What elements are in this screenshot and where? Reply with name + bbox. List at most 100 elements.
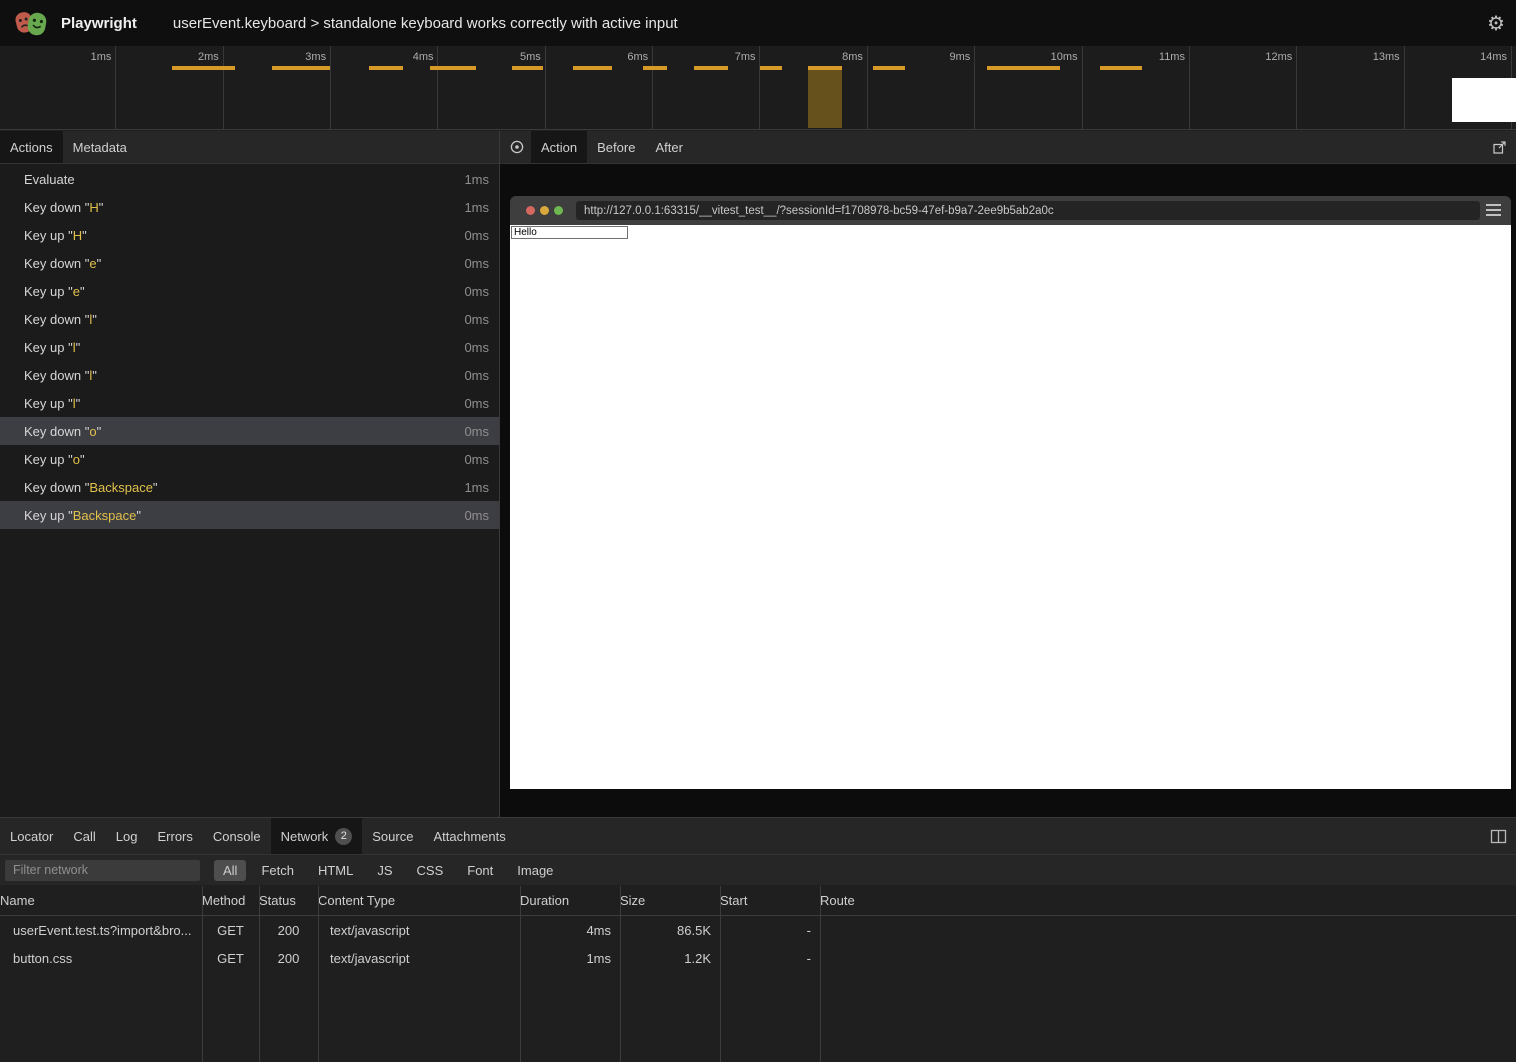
settings-gear-icon[interactable]: ⚙ [1487, 13, 1505, 33]
action-key-quoted: "Backspace" [64, 508, 140, 523]
timeline-action-mark [1100, 66, 1142, 70]
network-type-filter-chip[interactable]: Fetch [252, 860, 303, 881]
filmstrip-thumbnail[interactable] [1452, 78, 1516, 122]
tab-label: Metadata [73, 140, 127, 155]
table-column-divider [820, 886, 821, 1062]
action-key-quoted: "l" [81, 368, 97, 383]
action-row[interactable]: Key up "e" 0ms [0, 277, 499, 305]
window-minimize-dot [540, 206, 549, 215]
action-duration: 0ms [464, 312, 489, 327]
actions-panel-tab[interactable]: Metadata [63, 131, 137, 163]
network-table-header: Name Method Status Content Type Duration… [0, 886, 1516, 916]
timeline[interactable]: 1ms 2ms 3ms 4ms 5ms 6ms 7ms [0, 46, 1516, 130]
timeline-action-mark [272, 66, 330, 70]
action-row[interactable]: Key up "l" 0ms [0, 389, 499, 417]
action-label: Key down [24, 368, 81, 383]
timeline-action-marks [0, 46, 1516, 129]
bottom-tab[interactable]: Attachments [423, 818, 515, 854]
tab-count-badge: 2 [335, 828, 352, 845]
action-row[interactable]: Key up "H" 0ms [0, 221, 499, 249]
snapshot-page [510, 225, 1511, 789]
chip-label: CSS [417, 863, 444, 878]
actions-panel-tabs: Actions Metadata [0, 131, 499, 164]
network-type-filter-chip[interactable]: Image [508, 860, 562, 881]
timeline-action-mark [643, 66, 667, 70]
snapshot-tab[interactable]: Action [531, 131, 587, 163]
request-content-type: text/javascript [318, 951, 520, 966]
bottom-tab[interactable]: Source [362, 818, 423, 854]
action-label: Key down [24, 312, 81, 327]
bottom-tab[interactable]: Network 2 [271, 818, 363, 854]
action-key-quoted: "e" [81, 256, 101, 271]
network-type-filter-chip[interactable]: JS [368, 860, 401, 881]
action-row[interactable]: Key down "l" 0ms [0, 361, 499, 389]
action-row[interactable]: Key up "o" 0ms [0, 445, 499, 473]
snapshot-viewport: http://127.0.0.1:63315/__vitest_test__/?… [500, 165, 1516, 817]
bottom-tab-list: Locator Call Log Errors [0, 818, 516, 854]
network-column-header: Name [0, 893, 202, 908]
request-duration: 4ms [520, 923, 620, 938]
network-type-filter-chip[interactable]: All [214, 860, 246, 881]
bottom-tab[interactable]: Errors [147, 818, 202, 854]
network-type-filter-chip[interactable]: CSS [408, 860, 453, 881]
window-maximize-dot [554, 206, 563, 215]
address-bar: http://127.0.0.1:63315/__vitest_test__/?… [576, 201, 1480, 220]
tab-label: After [655, 140, 682, 155]
table-column-divider [520, 886, 521, 1062]
network-column-header: Route [820, 893, 1516, 908]
timeline-action-mark [987, 66, 1060, 70]
timeline-action-mark [172, 66, 235, 70]
actions-panel-tab[interactable]: Actions [0, 131, 63, 163]
snapshot-tab[interactable]: After [645, 131, 692, 163]
timeline-action-mark [369, 66, 403, 70]
action-row[interactable]: Key down "Backspace" 1ms [0, 473, 499, 501]
action-label: Key down [24, 480, 81, 495]
action-row[interactable]: Key down "l" 0ms [0, 305, 499, 333]
action-key-quoted: "e" [64, 284, 84, 299]
action-label: Key up [24, 340, 64, 355]
bottom-tab[interactable]: Call [63, 818, 105, 854]
page-text-input[interactable] [511, 226, 628, 239]
tab-label: Locator [10, 829, 53, 844]
tab-label: Attachments [433, 829, 505, 844]
network-filter-input[interactable] [5, 860, 200, 881]
action-row[interactable]: Evaluate "" 1ms [0, 165, 499, 193]
action-duration: 0ms [464, 452, 489, 467]
action-duration: 0ms [464, 396, 489, 411]
network-type-filter-chip[interactable]: HTML [309, 860, 362, 881]
action-label: Evaluate [24, 172, 75, 187]
action-key-quoted: "l" [64, 396, 80, 411]
tab-label: Errors [157, 829, 192, 844]
network-column-header: Size [620, 893, 720, 908]
request-size: 86.5K [620, 923, 720, 938]
tab-label: Before [597, 140, 635, 155]
bottom-tab[interactable]: Locator [0, 818, 63, 854]
action-row[interactable]: Key down "e" 0ms [0, 249, 499, 277]
action-row[interactable]: Key down "o" 0ms [0, 417, 499, 445]
network-table-row[interactable]: userEvent.test.ts?import&bro... GET 200 … [0, 916, 1516, 944]
timeline-action-mark [512, 66, 543, 70]
network-filter-row: All Fetch HTML JS CSS Fon [0, 855, 1516, 885]
action-row[interactable]: Key up "l" 0ms [0, 333, 499, 361]
table-column-divider [720, 886, 721, 1062]
chip-label: Image [517, 863, 553, 878]
bottom-tab[interactable]: Log [106, 818, 148, 854]
chip-label: All [223, 863, 237, 878]
network-type-filter-chip[interactable]: Font [458, 860, 502, 881]
request-size: 1.2K [620, 951, 720, 966]
snapshot-browser-window: http://127.0.0.1:63315/__vitest_test__/?… [510, 196, 1511, 789]
network-column-header: Status [259, 893, 318, 908]
action-row[interactable]: Key down "H" 1ms [0, 193, 499, 221]
pick-locator-button[interactable] [500, 131, 531, 163]
action-row[interactable]: Key up "Backspace" 0ms [0, 501, 499, 529]
network-type-filters: All Fetch HTML JS CSS Fon [214, 860, 562, 881]
snapshot-tab[interactable]: Before [587, 131, 645, 163]
action-key-quoted: "o" [64, 452, 84, 467]
bottom-tab[interactable]: Console [203, 818, 271, 854]
layout-toggle-button[interactable] [1481, 818, 1516, 854]
open-snapshot-external-button[interactable] [1486, 131, 1516, 163]
request-start: - [720, 923, 820, 938]
action-label: Key down [24, 424, 81, 439]
table-column-divider [202, 886, 203, 1062]
network-table-row[interactable]: button.css GET 200 text/javascript 1ms 1… [0, 944, 1516, 972]
